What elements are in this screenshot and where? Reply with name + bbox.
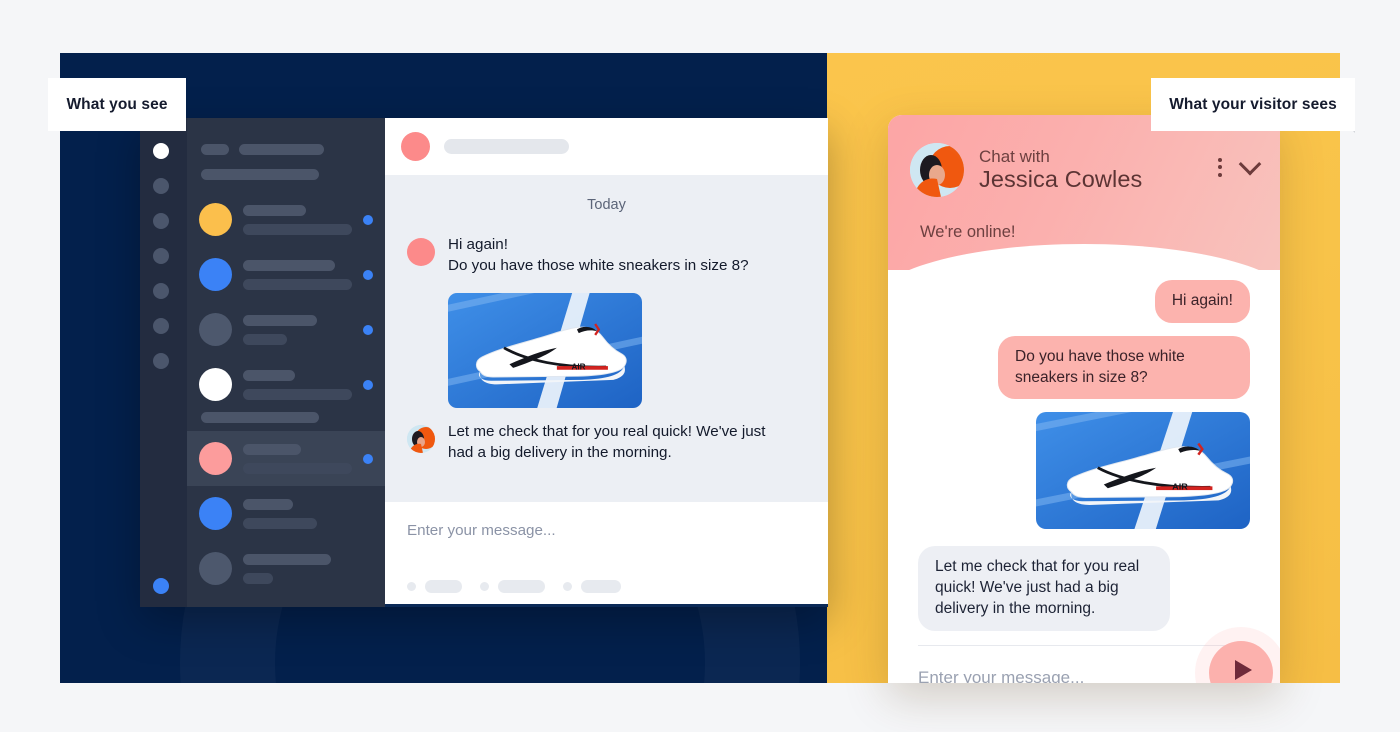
kebab-menu-icon[interactable] bbox=[1218, 157, 1222, 177]
list-item[interactable] bbox=[187, 486, 385, 541]
quick-action-dot bbox=[407, 582, 416, 591]
quick-action-pill[interactable] bbox=[498, 580, 545, 593]
header-skeleton-title bbox=[239, 144, 324, 155]
avatar bbox=[401, 132, 430, 161]
app-nav-rail[interactable] bbox=[140, 118, 187, 607]
avatar bbox=[199, 497, 232, 530]
message-visitor: Hi again! Do you have those white sneake… bbox=[407, 235, 806, 277]
rail-icon-6[interactable] bbox=[153, 318, 169, 334]
agent-chat-pane: Today Hi again! Do you have those white … bbox=[385, 118, 828, 607]
rail-icon-3[interactable] bbox=[153, 213, 169, 229]
list-item[interactable] bbox=[187, 192, 385, 247]
message-image-sneaker[interactable]: AIR bbox=[448, 292, 642, 408]
list-item[interactable] bbox=[187, 357, 385, 412]
rail-icon-4[interactable] bbox=[153, 248, 169, 264]
window-bottom-edge bbox=[385, 604, 828, 607]
svg-text:AIR: AIR bbox=[1172, 482, 1188, 492]
message-text: Let me check that for you real quick! We… bbox=[448, 422, 766, 461]
unread-badge bbox=[363, 269, 373, 280]
online-status: We're online! bbox=[920, 223, 1016, 241]
visitor-chat-widget: Chat with Jessica Cowles We're online! H… bbox=[888, 115, 1280, 683]
widget-message-list: Hi again! Do you have those white sneake… bbox=[888, 270, 1280, 631]
message-row-visitor: Do you have those white sneakers in size… bbox=[918, 335, 1250, 400]
avatar bbox=[199, 442, 232, 475]
agent-message-list: Today Hi again! Do you have those white … bbox=[385, 175, 828, 502]
widget-header: Chat with Jessica Cowles We're online! bbox=[888, 115, 1280, 304]
avatar bbox=[199, 203, 232, 236]
rail-icon-7[interactable] bbox=[153, 353, 169, 369]
rail-icon-5[interactable] bbox=[153, 283, 169, 299]
quick-action-pill[interactable] bbox=[425, 580, 462, 593]
rail-icon-profile[interactable] bbox=[153, 578, 169, 594]
label-what-you-see: What you see bbox=[48, 78, 186, 131]
list-item[interactable] bbox=[187, 302, 385, 357]
message-row-visitor: Hi again! bbox=[918, 280, 1250, 323]
unread-badge bbox=[363, 214, 373, 225]
message-bubble-visitor: Do you have those white sneakers in size… bbox=[998, 335, 1250, 400]
unread-badge bbox=[363, 324, 373, 335]
avatar bbox=[199, 258, 232, 291]
header-skeleton-small bbox=[201, 144, 229, 155]
list-item[interactable] bbox=[187, 541, 385, 596]
conversation-list[interactable] bbox=[187, 118, 385, 607]
avatar bbox=[199, 552, 232, 585]
message-text: Do you have those white sneakers in size… bbox=[448, 256, 749, 274]
send-triangle-icon bbox=[1234, 660, 1252, 680]
sneaker-image: AIR bbox=[448, 292, 642, 408]
avatar bbox=[199, 313, 232, 346]
avatar bbox=[199, 368, 232, 401]
chevron-down-icon[interactable] bbox=[1238, 152, 1262, 176]
message-input-placeholder[interactable]: Enter your message... bbox=[407, 522, 806, 539]
conversation-list-header bbox=[187, 132, 385, 180]
message-text: Hi again! bbox=[448, 236, 508, 253]
message-bubble-agent: Let me check that for you real quick! We… bbox=[918, 546, 1170, 631]
message-bubble-visitor: Hi again! bbox=[1154, 280, 1250, 323]
contact-name-skeleton bbox=[444, 139, 569, 154]
search-skeleton bbox=[201, 169, 319, 180]
widget-agent-identity: Chat with Jessica Cowles bbox=[979, 147, 1203, 192]
avatar bbox=[910, 143, 964, 197]
quick-actions-row[interactable] bbox=[407, 580, 621, 593]
avatar bbox=[407, 238, 435, 266]
chat-topbar bbox=[385, 118, 828, 175]
message-row-visitor-image: AIR bbox=[918, 412, 1250, 530]
label-what-visitor-sees: What your visitor sees bbox=[1151, 78, 1355, 131]
chat-with-label: Chat with bbox=[979, 147, 1050, 167]
message-image-sneaker[interactable]: AIR bbox=[1036, 412, 1250, 530]
quick-action-dot bbox=[563, 582, 572, 591]
day-separator: Today bbox=[587, 197, 626, 213]
list-item[interactable] bbox=[187, 247, 385, 302]
avatar bbox=[407, 424, 435, 453]
svg-text:AIR: AIR bbox=[571, 362, 585, 371]
sneaker-image: AIR bbox=[1036, 412, 1250, 530]
rail-icon-2[interactable] bbox=[153, 178, 169, 194]
list-item[interactable] bbox=[187, 596, 385, 607]
unread-badge bbox=[363, 379, 373, 390]
quick-action-pill[interactable] bbox=[581, 580, 621, 593]
agent-name: Jessica Cowles bbox=[979, 166, 1143, 193]
unread-badge bbox=[363, 453, 373, 464]
agent-message-composer[interactable]: Enter your message... bbox=[385, 502, 828, 607]
list-item-active[interactable] bbox=[187, 431, 385, 486]
rail-icon-1[interactable] bbox=[153, 143, 169, 159]
quick-action-dot bbox=[480, 582, 489, 591]
agent-app-window: Today Hi again! Do you have those white … bbox=[140, 118, 828, 607]
message-agent: Let me check that for you real quick! We… bbox=[407, 422, 806, 464]
page-root: Today Hi again! Do you have those white … bbox=[0, 0, 1400, 732]
message-row-agent: Let me check that for you real quick! We… bbox=[918, 546, 1250, 631]
